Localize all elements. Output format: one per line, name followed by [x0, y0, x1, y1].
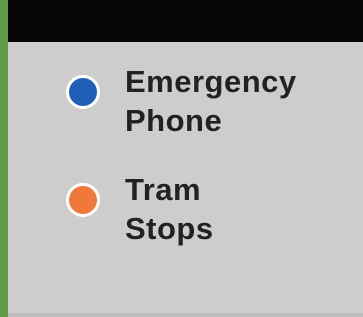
- legend-item-emergency-phone: Emergency Phone: [66, 62, 297, 140]
- legend-header-bar: [8, 0, 363, 42]
- legend-item-tram-stops: Tram Stops: [66, 170, 214, 248]
- orange-circle-icon: [66, 183, 100, 217]
- legend-label-tram-stops: Tram Stops: [125, 172, 214, 246]
- legend-panel: Emergency Phone Tram Stops: [8, 0, 363, 317]
- legend-bottom-edge: [8, 313, 363, 317]
- blue-circle-icon: [66, 75, 100, 109]
- legend-label-emergency-phone: Emergency Phone: [125, 64, 297, 138]
